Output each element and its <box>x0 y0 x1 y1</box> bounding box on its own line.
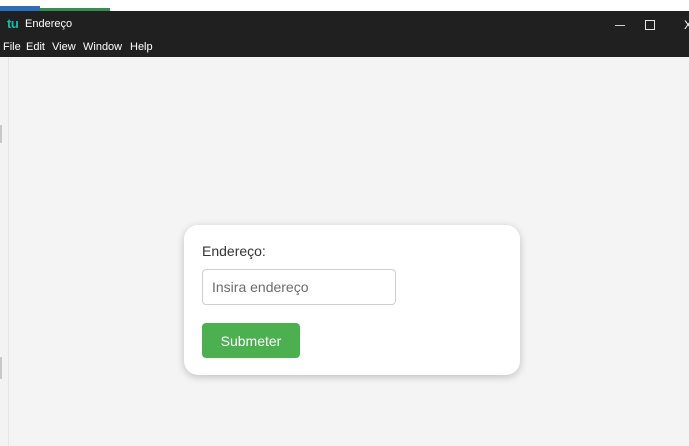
app-logo-icon: tu <box>7 16 19 31</box>
close-button[interactable]: X <box>668 11 689 39</box>
address-form-card: Endereço: Submeter <box>184 225 520 375</box>
menu-bar: File Edit View Window Help <box>0 39 689 57</box>
minimize-icon <box>615 25 625 26</box>
menu-item-window[interactable]: Window <box>83 41 122 53</box>
window-left-edge <box>0 57 9 446</box>
menu-item-edit[interactable]: Edit <box>26 41 45 53</box>
title-bar[interactable]: tu Endereço X <box>0 11 689 39</box>
app-window: tu Endereço X File Edit View Window Help… <box>0 0 689 446</box>
submit-button[interactable]: Submeter <box>202 323 300 358</box>
menu-item-view[interactable]: View <box>52 41 76 53</box>
close-icon: X <box>683 18 689 32</box>
menu-item-help[interactable]: Help <box>130 41 153 53</box>
menu-item-file[interactable]: File <box>3 41 21 53</box>
address-label: Endereço: <box>202 243 266 259</box>
maximize-button[interactable] <box>630 11 670 39</box>
edge-mark <box>0 125 2 143</box>
desktop-edge-strip <box>0 0 689 11</box>
window-title: Endereço <box>25 18 73 30</box>
address-input[interactable] <box>202 269 396 305</box>
edge-mark <box>0 357 2 379</box>
maximize-icon <box>645 20 655 30</box>
